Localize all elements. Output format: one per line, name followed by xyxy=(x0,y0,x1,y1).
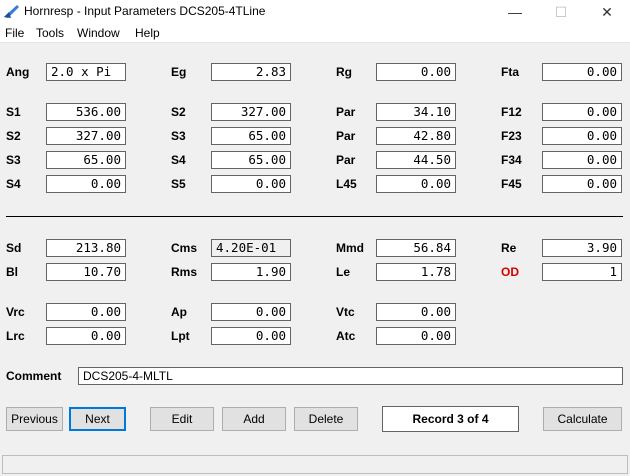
par1-label: Par xyxy=(336,105,356,119)
rms-label: Rms xyxy=(171,265,198,279)
comment-label: Comment xyxy=(6,369,62,383)
ap-field[interactable]: 0.00 xyxy=(211,303,291,321)
rg-label: Rg xyxy=(336,65,352,79)
fta-field[interactable]: 0.00 xyxy=(542,63,622,81)
fta-label: Fta xyxy=(501,65,519,79)
lrc-field[interactable]: 0.00 xyxy=(46,327,126,345)
lpt-label: Lpt xyxy=(171,329,190,343)
s5-label: S5 xyxy=(171,177,186,191)
eg-label: Eg xyxy=(171,65,187,79)
close-icon[interactable]: ✕ xyxy=(584,0,630,24)
next-button[interactable]: Next xyxy=(69,407,126,431)
add-button[interactable]: Add xyxy=(222,407,286,431)
mmd-field[interactable]: 56.84 xyxy=(376,239,456,257)
s3-row-label: S3 xyxy=(6,153,21,167)
mmd-label: Mmd xyxy=(336,241,364,255)
menu-file[interactable]: File xyxy=(5,26,24,40)
s4-label: S4 xyxy=(171,153,186,167)
par1-field[interactable]: 34.10 xyxy=(376,103,456,121)
l45-label: L45 xyxy=(336,177,357,191)
sd-field[interactable]: 213.80 xyxy=(46,239,126,257)
lpt-field[interactable]: 0.00 xyxy=(211,327,291,345)
s3-field[interactable]: 65.00 xyxy=(211,127,291,145)
f34-field[interactable]: 0.00 xyxy=(542,151,622,169)
f23-label: F23 xyxy=(501,129,522,143)
atc-label: Atc xyxy=(336,329,356,343)
re-field[interactable]: 3.90 xyxy=(542,239,622,257)
hornresp-app-icon xyxy=(4,5,19,18)
vrc-field[interactable]: 0.00 xyxy=(46,303,126,321)
cms-label: Cms xyxy=(171,241,198,255)
section-divider xyxy=(6,216,623,217)
menu-help[interactable]: Help xyxy=(135,26,160,40)
comment-field[interactable]: DCS205-4-MLTL xyxy=(78,367,623,385)
s3-row-field[interactable]: 65.00 xyxy=(46,151,126,169)
cms-field[interactable]: 4.20E-01 xyxy=(211,239,291,257)
f23-field[interactable]: 0.00 xyxy=(542,127,622,145)
ang-field[interactable]: 2.0 x Pi xyxy=(46,63,126,81)
par3-label: Par xyxy=(336,153,356,167)
s2-row-label: S2 xyxy=(6,129,21,143)
f34-label: F34 xyxy=(501,153,522,167)
s2-field[interactable]: 327.00 xyxy=(211,103,291,121)
status-bar xyxy=(2,455,628,474)
od-label: OD xyxy=(501,265,519,279)
menu-window[interactable]: Window xyxy=(77,26,120,40)
s2-row-field[interactable]: 327.00 xyxy=(46,127,126,145)
edit-button[interactable]: Edit xyxy=(150,407,214,431)
f12-label: F12 xyxy=(501,105,522,119)
s4-row-field[interactable]: 0.00 xyxy=(46,175,126,193)
le-field[interactable]: 1.78 xyxy=(376,263,456,281)
s3-label: S3 xyxy=(171,129,186,143)
maximize-icon[interactable]: ☐ xyxy=(538,0,584,24)
s1-field[interactable]: 536.00 xyxy=(46,103,126,121)
par2-label: Par xyxy=(336,129,356,143)
minimize-icon[interactable]: — xyxy=(492,0,538,24)
f45-label: F45 xyxy=(501,177,522,191)
ang-label: Ang xyxy=(6,65,30,79)
s5-field[interactable]: 0.00 xyxy=(211,175,291,193)
previous-button[interactable]: Previous xyxy=(6,407,63,431)
f45-field[interactable]: 0.00 xyxy=(542,175,622,193)
par2-field[interactable]: 42.80 xyxy=(376,127,456,145)
le-label: Le xyxy=(336,265,351,279)
atc-field[interactable]: 0.00 xyxy=(376,327,456,345)
vtc-label: Vtc xyxy=(336,305,355,319)
od-field[interactable]: 1 xyxy=(542,263,622,281)
vtc-field[interactable]: 0.00 xyxy=(376,303,456,321)
bl-label: Bl xyxy=(6,265,18,279)
window-title: Hornresp - Input Parameters DCS205-4TLin… xyxy=(24,4,266,18)
s1-label: S1 xyxy=(6,105,21,119)
lrc-label: Lrc xyxy=(6,329,25,343)
re-label: Re xyxy=(501,241,517,255)
rg-field[interactable]: 0.00 xyxy=(376,63,456,81)
vrc-label: Vrc xyxy=(6,305,25,319)
l45-field[interactable]: 0.00 xyxy=(376,175,456,193)
par3-field[interactable]: 44.50 xyxy=(376,151,456,169)
eg-field[interactable]: 2.83 xyxy=(211,63,291,81)
s4-row-label: S4 xyxy=(6,177,21,191)
sd-label: Sd xyxy=(6,241,22,255)
rms-field[interactable]: 1.90 xyxy=(211,263,291,281)
f12-field[interactable]: 0.00 xyxy=(542,103,622,121)
menu-tools[interactable]: Tools xyxy=(36,26,64,40)
s4-field[interactable]: 65.00 xyxy=(211,151,291,169)
delete-button[interactable]: Delete xyxy=(294,407,358,431)
record-indicator: Record 3 of 4 xyxy=(382,406,519,432)
bl-field[interactable]: 10.70 xyxy=(46,263,126,281)
calculate-button[interactable]: Calculate xyxy=(543,407,622,431)
s2-label: S2 xyxy=(171,105,186,119)
menu-bar: File Tools Window Help xyxy=(0,24,630,43)
ap-label: Ap xyxy=(171,305,187,319)
title-bar: Hornresp - Input Parameters DCS205-4TLin… xyxy=(0,0,630,24)
